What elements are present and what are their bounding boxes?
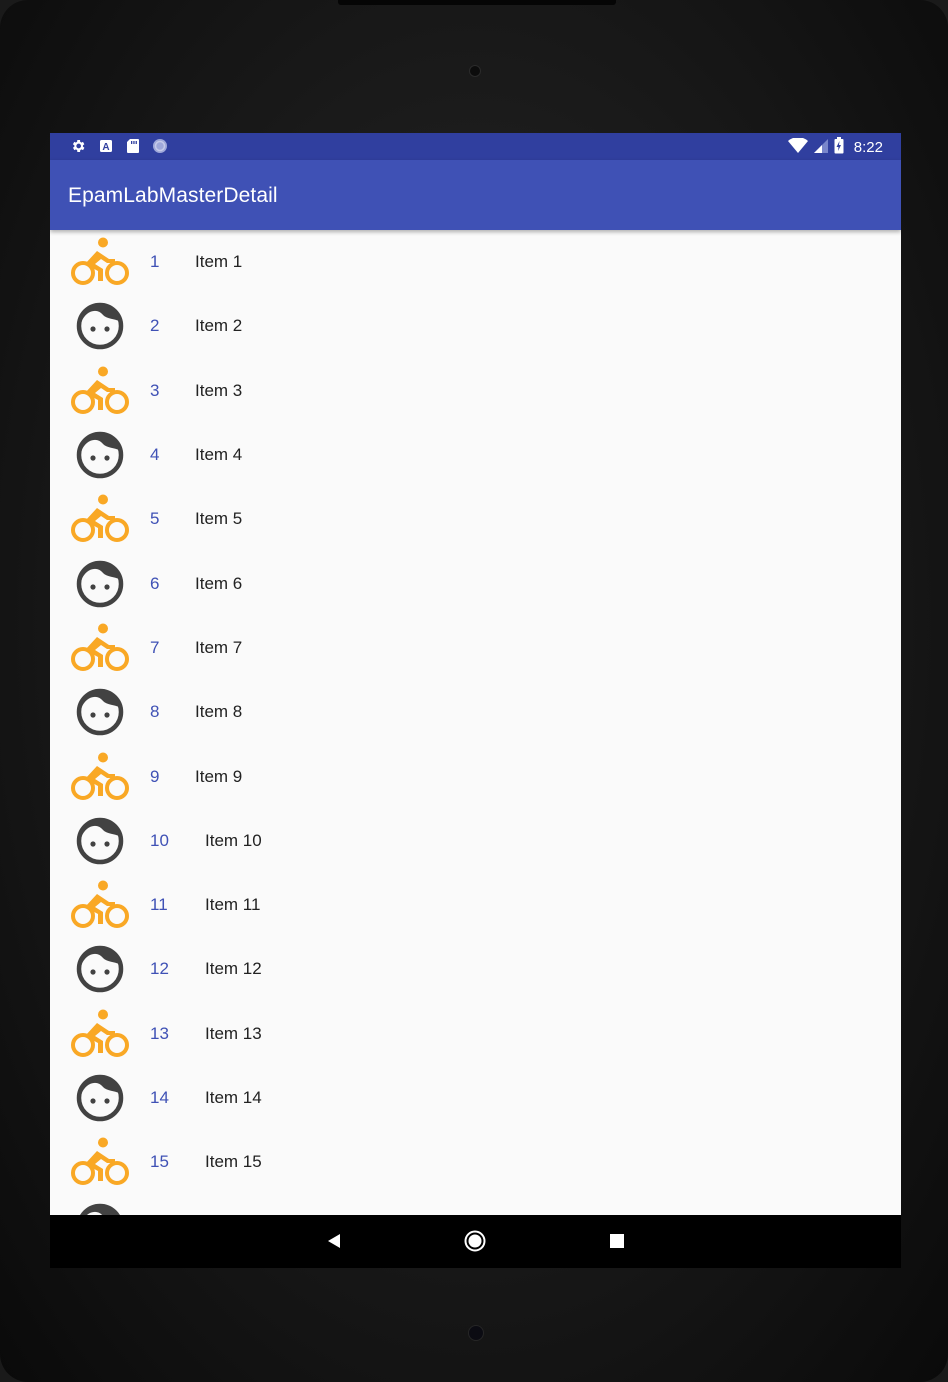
list-item[interactable]: 7 Item 7: [50, 616, 901, 680]
a-notification-icon: A: [98, 138, 114, 159]
svg-text:A: A: [102, 142, 109, 153]
list-item[interactable]: 6 Item 6: [50, 551, 901, 615]
item-content: Item 14: [205, 1088, 262, 1107]
face-icon: [70, 429, 130, 481]
list-item[interactable]: 14 Item 14: [50, 1066, 901, 1130]
home-icon[interactable]: [463, 1229, 487, 1253]
bike-icon: [70, 879, 130, 931]
wifi-icon: [787, 136, 808, 158]
bike-icon: [70, 751, 130, 803]
item-content: Item 13: [205, 1023, 262, 1043]
item-content: Item 8: [195, 702, 243, 722]
item-number: 12: [150, 959, 169, 979]
item-content: Item 4: [195, 445, 243, 465]
item-list[interactable]: 1 Item 1 2 Item 2 3 Item 3 4 Item 4 5 Item 5 6 Item…: [50, 230, 901, 1215]
item-content: Item 9: [195, 766, 243, 786]
item-number: 15: [150, 1152, 169, 1172]
face-icon: [70, 558, 130, 610]
list-item[interactable]: [50, 1194, 901, 1215]
list-item[interactable]: 4 Item 4: [50, 423, 901, 487]
face-icon: [70, 815, 130, 867]
list-item[interactable]: 5 Item 5: [50, 487, 901, 551]
back-icon[interactable]: [322, 1229, 346, 1253]
item-content: Item 12: [205, 959, 262, 979]
list-item[interactable]: 15 Item 15: [50, 1130, 901, 1194]
status-notifications: A: [70, 138, 168, 159]
list-item[interactable]: 2 Item 2: [50, 294, 901, 358]
item-number: 8: [150, 702, 160, 722]
face-icon: [70, 943, 130, 995]
list-item[interactable]: 9 Item 9: [50, 744, 901, 808]
speaker-grille: [338, 0, 616, 5]
list-item[interactable]: 1 Item 1: [50, 230, 901, 294]
app-title: EpamLabMasterDetail: [68, 184, 278, 207]
bike-icon: [70, 1136, 130, 1188]
item-number: 13: [150, 1023, 169, 1043]
item-number: 7: [150, 637, 160, 657]
bike-icon: [70, 236, 130, 288]
list-item[interactable]: 11 Item 11: [50, 873, 901, 937]
status-bar: A 8:22: [50, 133, 901, 160]
face-icon: [70, 300, 130, 352]
face-icon: [70, 686, 130, 738]
status-system: 8:22: [787, 136, 883, 158]
item-number: 2: [150, 316, 160, 336]
item-content: Item 11: [205, 895, 261, 915]
sync-circle-icon: [152, 138, 168, 159]
status-clock: 8:22: [853, 139, 883, 156]
sd-card-icon: [126, 138, 140, 159]
bike-icon: [70, 1008, 130, 1060]
item-content: Item 6: [195, 573, 243, 593]
item-number: 9: [150, 766, 160, 786]
item-number: 11: [150, 895, 168, 915]
item-number: 4: [150, 445, 160, 465]
device-sensor: [468, 1325, 484, 1341]
item-number: 10: [150, 830, 169, 850]
item-content: Item 5: [195, 509, 243, 529]
item-content: Item 3: [195, 380, 243, 400]
item-number: 5: [150, 509, 160, 529]
item-content: Item 15: [205, 1152, 262, 1172]
item-content: Item 1: [195, 252, 243, 272]
list-item[interactable]: 13 Item 13: [50, 1002, 901, 1066]
navigation-bar: [50, 1215, 901, 1268]
app-bar: EpamLabMasterDetail: [50, 160, 901, 230]
list-item[interactable]: 8 Item 8: [50, 680, 901, 744]
front-camera: [469, 65, 481, 77]
face-icon: [70, 1201, 130, 1215]
item-number: 14: [150, 1088, 169, 1107]
bike-icon: [70, 622, 130, 674]
settings-icon: [70, 138, 86, 159]
item-content: Item 7: [195, 637, 243, 657]
bike-icon: [70, 365, 130, 417]
list-item[interactable]: 12 Item 12: [50, 937, 901, 1001]
tablet-device-frame: A 8:22 EpamLabMasterDetail 1 Item 1 2 It…: [0, 0, 948, 1382]
recents-icon[interactable]: [605, 1229, 629, 1253]
list-item[interactable]: 10 Item 10: [50, 809, 901, 873]
item-content: Item 10: [205, 830, 262, 850]
signal-icon: [813, 138, 828, 157]
item-number: 6: [150, 573, 160, 593]
list-item[interactable]: 3 Item 3: [50, 359, 901, 423]
face-icon: [70, 1072, 130, 1124]
item-number: 3: [150, 380, 160, 400]
bike-icon: [70, 493, 130, 545]
item-content: Item 2: [195, 316, 243, 336]
battery-icon: [834, 137, 844, 158]
item-number: 1: [150, 252, 160, 272]
screen: A 8:22 EpamLabMasterDetail 1 Item 1 2 It…: [50, 133, 901, 1268]
